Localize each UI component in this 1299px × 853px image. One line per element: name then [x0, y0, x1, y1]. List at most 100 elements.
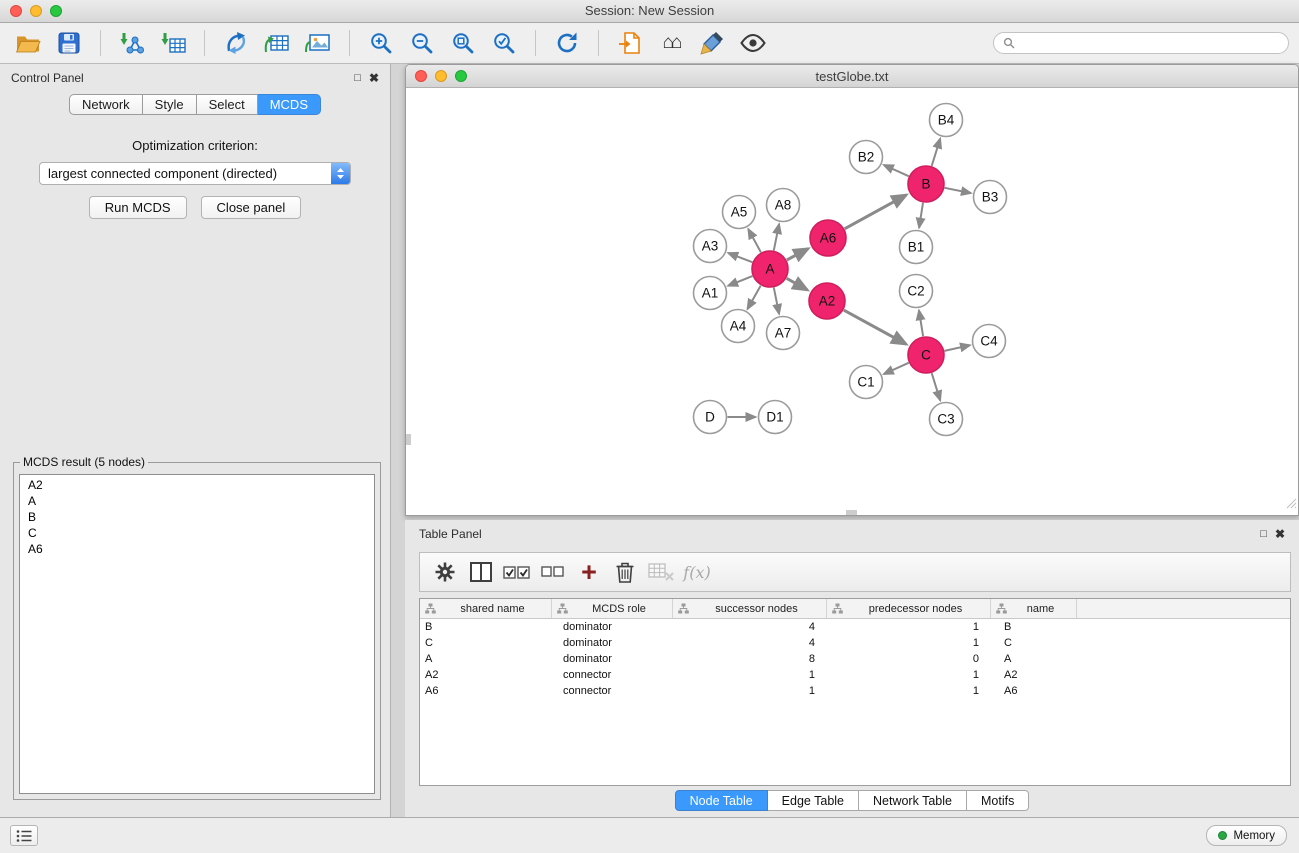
deselect-all-rows-button[interactable] [538, 556, 568, 588]
tab-motifs[interactable]: Motifs [967, 790, 1029, 811]
table-cell: A6 [420, 685, 552, 697]
edge-A-A1[interactable] [728, 276, 752, 286]
new-table-button[interactable] [259, 27, 295, 59]
control-tab-select[interactable]: Select [197, 94, 258, 115]
add-column-button[interactable]: + [574, 556, 604, 588]
task-history-button[interactable] [10, 825, 38, 846]
export-image-button[interactable] [300, 27, 336, 59]
control-tab-network[interactable]: Network [69, 94, 143, 115]
edge-A2-C[interactable] [844, 310, 907, 344]
resize-grip-icon[interactable] [1286, 496, 1297, 514]
close-table-panel-icon[interactable]: ✖ [1275, 527, 1285, 541]
close-panel-icon[interactable]: ✖ [369, 71, 379, 85]
network-window-title: testGlobe.txt [816, 69, 889, 84]
zoom-window-button[interactable] [50, 5, 62, 17]
edge-C-C4[interactable] [945, 345, 971, 351]
home-button[interactable]: ⌂⌂ [653, 27, 689, 59]
control-panel-tabs: NetworkStyleSelectMCDS [0, 94, 390, 115]
column-header-shared-name[interactable]: shared name [420, 599, 552, 618]
memory-button[interactable]: Memory [1206, 825, 1287, 846]
column-type-icon [425, 603, 436, 614]
edge-B-B2[interactable] [884, 165, 909, 176]
network-window-titlebar[interactable]: testGlobe.txt [406, 65, 1298, 88]
edge-A-A6[interactable] [787, 249, 808, 260]
mcds-result-item[interactable]: B [20, 509, 374, 525]
tab-network-table[interactable]: Network Table [859, 790, 967, 811]
search-input[interactable] [1020, 36, 1279, 50]
float-table-panel-icon[interactable]: □ [1260, 527, 1267, 541]
run-mcds-button[interactable]: Run MCDS [89, 196, 187, 219]
select-all-rows-button[interactable] [502, 556, 532, 588]
zoom-in-button[interactable] [363, 27, 399, 59]
edge-B-B4[interactable] [932, 139, 941, 166]
mcds-result-item[interactable]: A [20, 493, 374, 509]
edge-C-C3[interactable] [932, 373, 941, 400]
net-table-icon [264, 31, 290, 55]
mcds-result-list[interactable]: A2ABCA6 [19, 474, 375, 794]
edge-A-A7[interactable] [774, 288, 779, 314]
table-panel-header: Table Panel □ ✖ [405, 520, 1299, 548]
import-table-button[interactable] [155, 27, 191, 59]
zoom-selected-button[interactable] [486, 27, 522, 59]
edge-A-A2[interactable] [787, 278, 808, 290]
column-settings-button[interactable] [430, 556, 460, 588]
network-view[interactable]: B4B2BB3A5A8A6A3B1AC2A1A2A4A7C4CC1DD1C3 [406, 88, 1298, 515]
edge-B-B1[interactable] [919, 203, 923, 228]
table-row[interactable]: Cdominator41C [420, 635, 1290, 651]
table-row[interactable]: Bdominator41B [420, 619, 1290, 635]
tab-node-table[interactable]: Node Table [675, 790, 768, 811]
edge-A-A4[interactable] [748, 286, 761, 309]
node-A2-label: A2 [819, 294, 836, 309]
new-network-button[interactable] [218, 27, 254, 59]
node-B2-label: B2 [858, 150, 875, 165]
zoom-out-button[interactable] [404, 27, 440, 59]
columns-icon [469, 561, 493, 583]
annotate-button[interactable] [694, 27, 730, 59]
edge-A6-B[interactable] [845, 195, 907, 229]
minimize-window-button[interactable] [30, 5, 42, 17]
toggle-columns-button[interactable] [466, 556, 496, 588]
mcds-result-item[interactable]: A2 [20, 477, 374, 493]
table-cell: 1 [827, 637, 991, 649]
open-in-browser-button[interactable] [612, 27, 648, 59]
tab-edge-table[interactable]: Edge Table [768, 790, 859, 811]
open-session-button[interactable] [10, 27, 46, 59]
network-zoom-button[interactable] [455, 70, 467, 82]
save-session-button[interactable] [51, 27, 87, 59]
mcds-result-item[interactable]: A6 [20, 541, 374, 557]
network-close-button[interactable] [415, 70, 427, 82]
edge-C-C2[interactable] [919, 310, 923, 336]
float-panel-icon[interactable]: □ [354, 71, 361, 85]
show-hide-button[interactable] [735, 27, 771, 59]
delete-column-button[interactable] [610, 556, 640, 588]
search-box[interactable] [993, 32, 1289, 54]
column-header-successor-nodes[interactable]: successor nodes [673, 599, 827, 618]
close-panel-button[interactable]: Close panel [201, 196, 302, 219]
plus-icon: + [581, 559, 597, 585]
edge-A-A8[interactable] [774, 224, 779, 250]
table-row[interactable]: A6connector11A6 [420, 683, 1290, 699]
table-row[interactable]: A2connector11A2 [420, 667, 1290, 683]
edge-A-A3[interactable] [728, 253, 752, 262]
zoom-fit-icon [451, 31, 475, 55]
column-header-name[interactable]: name [991, 599, 1077, 618]
column-header-predecessor-nodes[interactable]: predecessor nodes [827, 599, 991, 618]
network-minimize-button[interactable] [435, 70, 447, 82]
close-window-button[interactable] [10, 5, 22, 17]
control-tab-style[interactable]: Style [143, 94, 197, 115]
edge-B-B3[interactable] [945, 188, 971, 193]
gear-icon [433, 560, 457, 584]
mcds-result-item[interactable]: C [20, 525, 374, 541]
import-network-button[interactable] [114, 27, 150, 59]
edge-C-C1[interactable] [884, 363, 909, 374]
network-canvas[interactable]: B4B2BB3A5A8A6A3B1AC2A1A2A4A7C4CC1DD1C3 [406, 88, 1298, 515]
import-table-icon [160, 31, 186, 55]
criterion-select[interactable]: largest connected component (directed) [39, 162, 351, 185]
column-header-MCDS-role[interactable]: MCDS role [552, 599, 673, 618]
zoom-fit-button[interactable] [445, 27, 481, 59]
edge-A-A5[interactable] [748, 229, 761, 252]
table-row[interactable]: Adominator80A [420, 651, 1290, 667]
apply-layout-button[interactable] [549, 27, 585, 59]
control-tab-mcds[interactable]: MCDS [258, 94, 321, 115]
import-net-icon [119, 31, 145, 55]
